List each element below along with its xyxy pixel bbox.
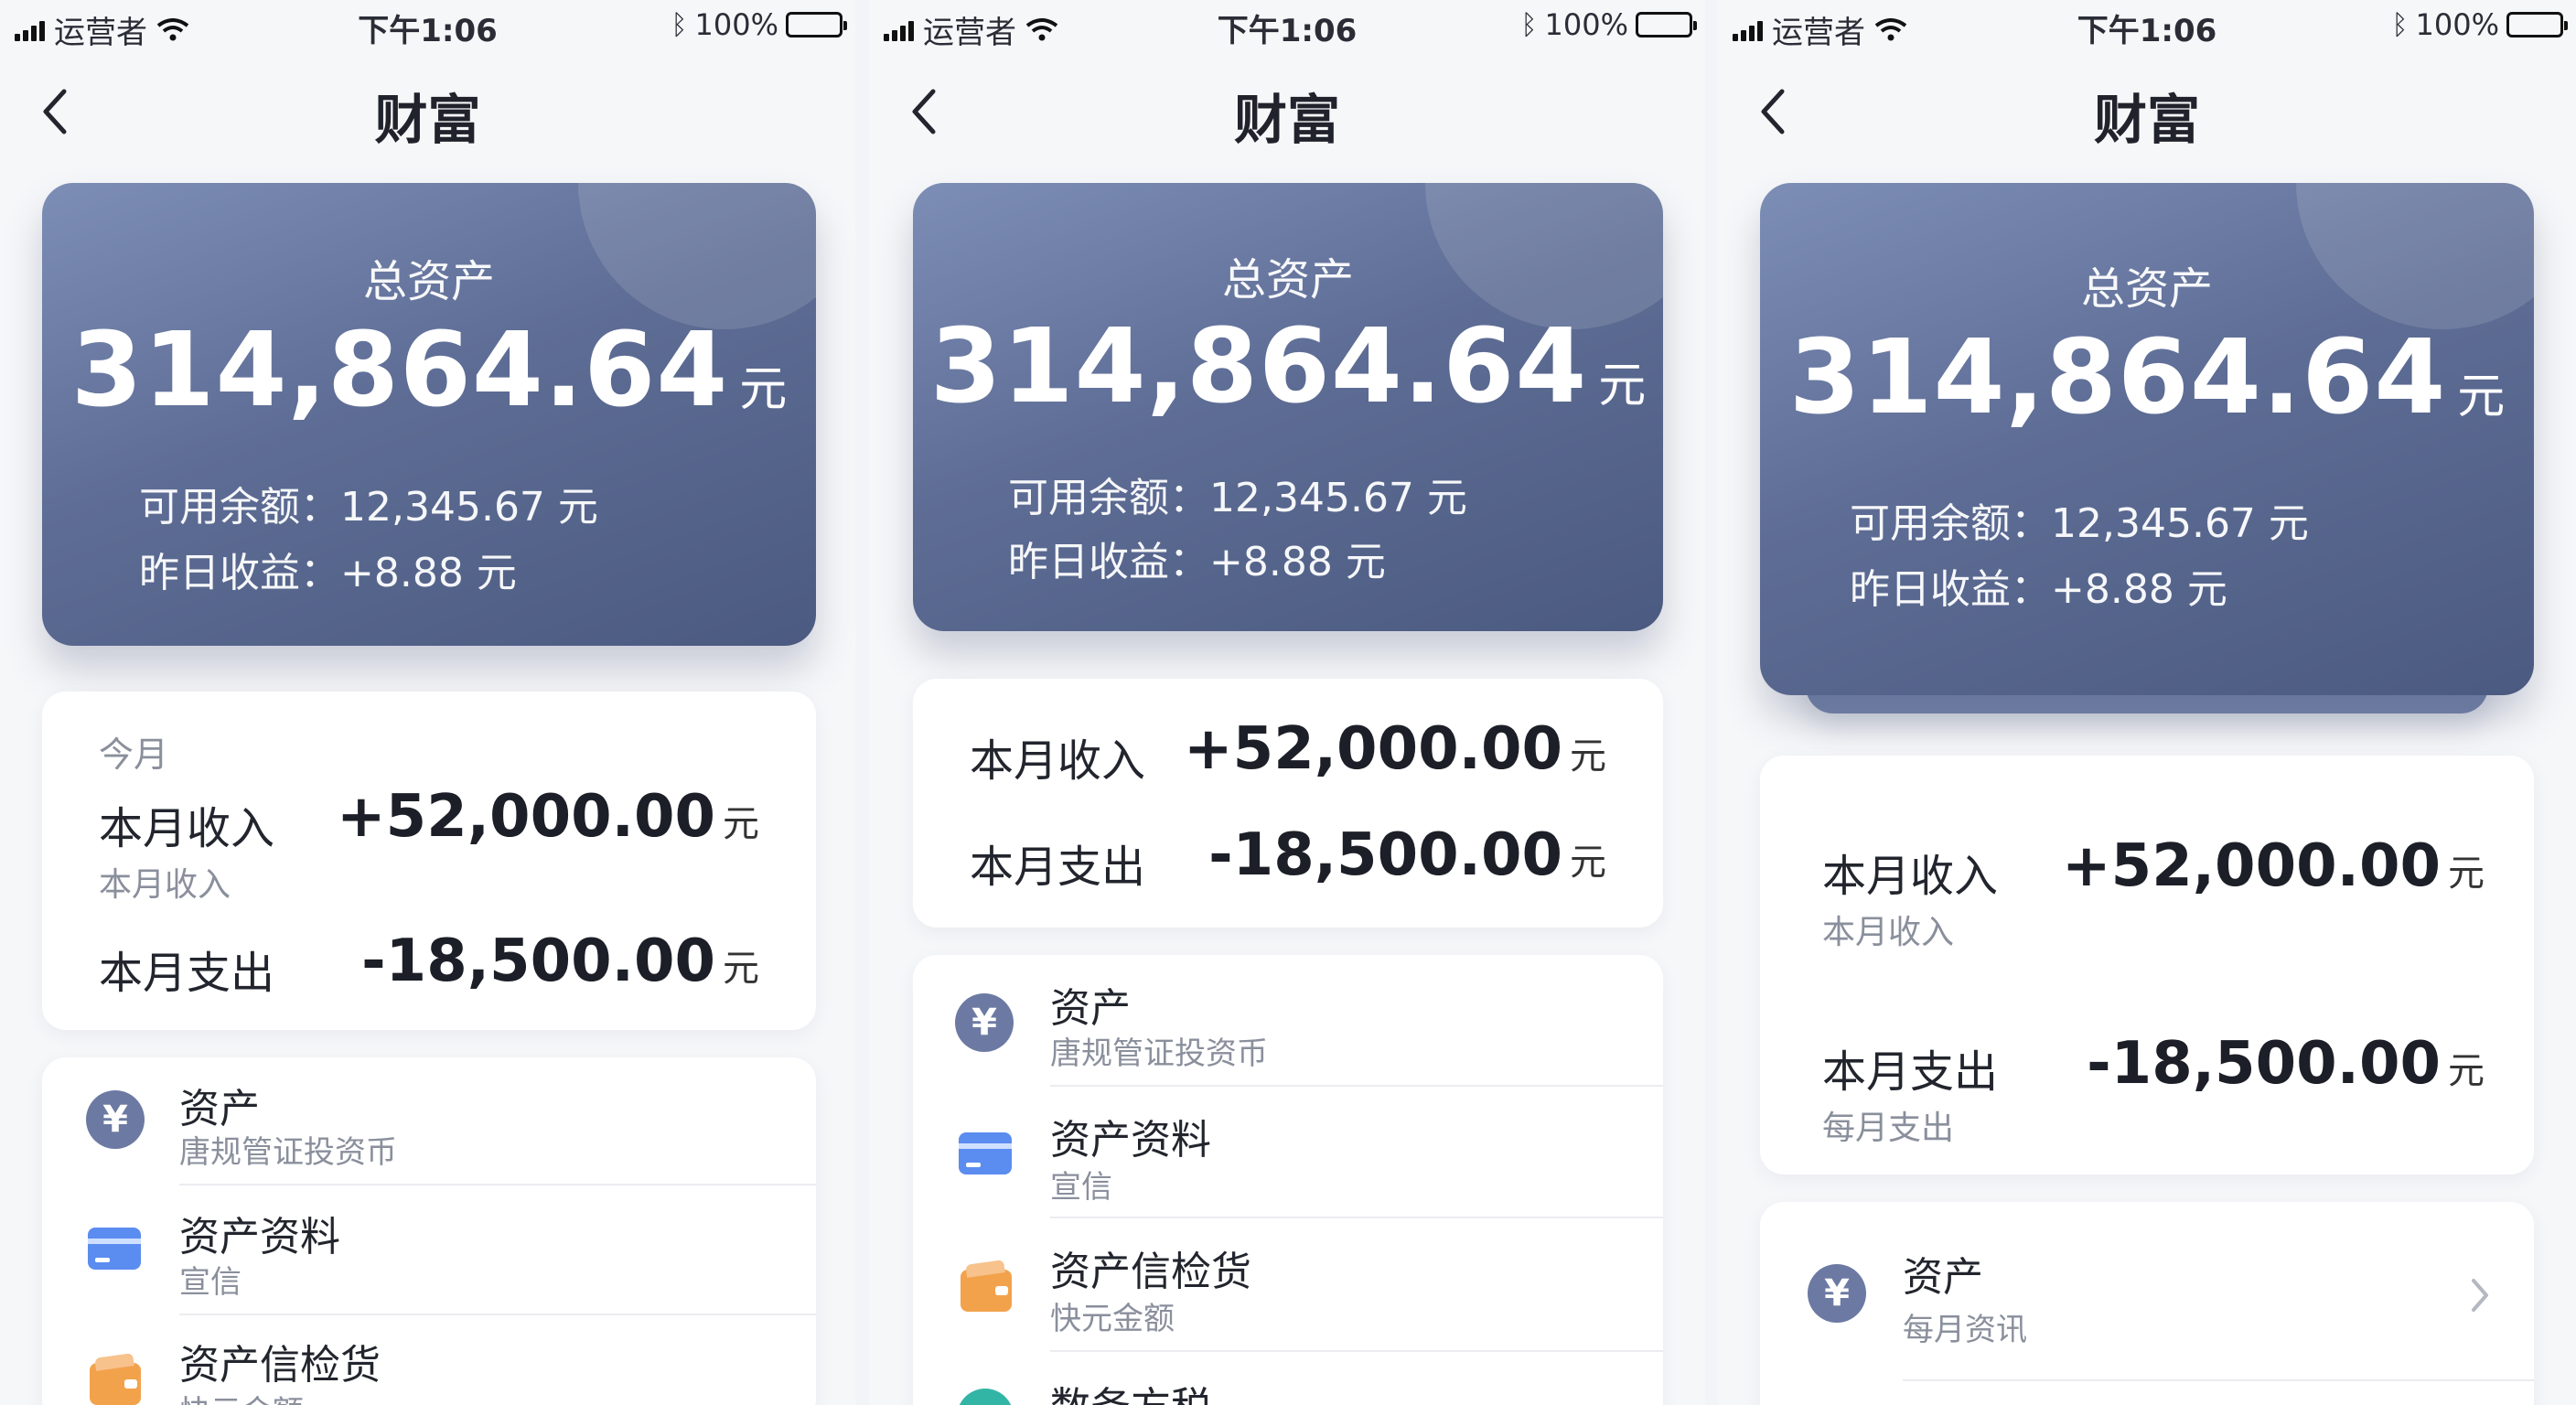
- bluetooth-icon: ᛒ: [671, 8, 688, 41]
- income-sub: 本月收入: [1822, 914, 1955, 951]
- list-item-asset-info[interactable]: 资产资料 宣信: [913, 1087, 1663, 1218]
- expense-value: -18,500.00 元: [361, 928, 759, 995]
- list-item-tax[interactable]: 数务方税: [913, 1352, 1663, 1405]
- battery-icon: [2506, 12, 2568, 38]
- asset-amount: 314,864.64 元: [929, 307, 1647, 426]
- available-balance: 可用余额：12,345.67 元: [139, 484, 598, 531]
- expense-label: 本月支出: [99, 948, 275, 999]
- status-bar: 运营者 下午1:06 ᛒ 100%: [869, 0, 1705, 51]
- yen-icon: ¥: [955, 993, 1014, 1052]
- wallet-icon: [961, 1270, 1012, 1312]
- nav-bar: 财富: [869, 64, 1705, 156]
- income-sub: 本月收入: [99, 866, 231, 904]
- expense-sub: 每月支出: [1822, 1110, 1955, 1147]
- total-asset-card[interactable]: 总资产 314,864.64 元 可用余额：12,345.67 元 昨日收益：+8…: [1760, 183, 2534, 695]
- phone-screen-3: 运营者 下午1:06 ᛒ 100% 财富 总资产 314,864.64 元 可用余…: [1718, 0, 2576, 1405]
- yen-icon: ¥: [1808, 1264, 1866, 1323]
- bluetooth-icon: ᛒ: [2391, 8, 2409, 41]
- battery-percent: 100%: [1544, 7, 1628, 42]
- asset-list: ¥ 资产 唐规管证投资币 资产资料 宣信 资产信检货 快元金额 数务方税: [913, 955, 1663, 1405]
- income-value: +52,000.00 元: [337, 783, 759, 851]
- battery-percent: 100%: [2415, 7, 2499, 42]
- page-title: 财富: [2093, 89, 2200, 151]
- list-item-asset-check[interactable]: 资产信检货 快元金额: [42, 1315, 816, 1405]
- asset-amount: 314,864.64 元: [1788, 318, 2506, 437]
- yen-icon: ¥: [86, 1090, 145, 1149]
- battery-icon: [1636, 12, 1697, 38]
- month-summary-card: 本月收入 +52,000.00 元 本月支出 -18,500.00 元: [913, 679, 1663, 928]
- asset-label: 总资产: [1221, 254, 1354, 306]
- page-title: 财富: [374, 89, 481, 151]
- month-summary-card: 本月收入 本月收入 +52,000.00 元 本月支出 每月支出 -18,500.…: [1760, 756, 2534, 1174]
- bluetooth-icon: ᛒ: [1520, 8, 1538, 41]
- asset-amount: 314,864.64 元: [70, 311, 788, 430]
- expense-label: 本月支出: [970, 842, 1146, 893]
- chevron-right-icon: [2472, 1279, 2488, 1312]
- card-icon: [88, 1228, 141, 1270]
- expense-value: -18,500.00 元: [2087, 1030, 2485, 1098]
- status-bar: 运营者 下午1:06 ᛒ 100%: [1718, 0, 2576, 51]
- wallet-icon: [90, 1363, 141, 1405]
- battery-percent: 100%: [694, 7, 778, 42]
- month-caption: 今月: [99, 735, 169, 775]
- yesterday-earnings: 昨日收益：+8.88 元: [1850, 566, 2227, 613]
- month-summary-card: 今月 本月收入 本月收入 +52,000.00 元 本月支出 -18,500.00…: [42, 692, 816, 1030]
- income-value: +52,000.00 元: [2062, 832, 2485, 900]
- asset-label: 总资产: [2080, 263, 2213, 315]
- income-label: 本月收入: [970, 735, 1146, 787]
- available-balance: 可用余额：12,345.67 元: [1850, 500, 2309, 547]
- battery-icon: [786, 12, 847, 38]
- income-label: 本月收入: [99, 803, 275, 854]
- nav-bar: 财富: [1718, 64, 2576, 156]
- status-bar: 运营者 下午1:06 ᛒ 100%: [0, 0, 855, 51]
- expense-label: 本月支出: [1822, 1046, 1999, 1098]
- yesterday-earnings: 昨日收益：+8.88 元: [139, 550, 517, 596]
- income-value: +52,000.00 元: [1184, 715, 1606, 783]
- list-item-asset[interactable]: ¥ 资产 唐规管证投资币: [913, 955, 1663, 1087]
- card-icon: [959, 1132, 1012, 1174]
- asset-list: ¥ 资产 唐规管证投资币 资产资料 宣信 资产信检货 快元金额: [42, 1057, 816, 1405]
- asset-label: 总资产: [362, 256, 495, 307]
- page-title: 财富: [1233, 89, 1340, 151]
- total-asset-card[interactable]: 总资产 314,864.64 元 可用余额：12,345.67 元 昨日收益：+8…: [42, 183, 816, 646]
- teal-circle-icon: [957, 1389, 1014, 1405]
- total-asset-card[interactable]: 总资产 314,864.64 元 可用余额：12,345.67 元 昨日收益：+8…: [913, 183, 1663, 631]
- list-item-asset[interactable]: ¥ 资产 每月资讯: [1760, 1202, 2534, 1381]
- list-item-asset-info[interactable]: 资产资料 宣信: [42, 1185, 816, 1315]
- nav-bar: 财富: [0, 64, 855, 156]
- phone-screen-1: 运营者 下午1:06 ᛒ 100% 财富 总资产 314,864.64 元 可用余…: [0, 0, 855, 1405]
- list-item-asset[interactable]: ¥ 资产 唐规管证投资币: [42, 1057, 816, 1185]
- expense-value: -18,500.00 元: [1208, 821, 1606, 889]
- asset-list: ¥ 资产 每月资讯: [1760, 1202, 2534, 1405]
- available-balance: 可用余额：12,345.67 元: [1008, 475, 1467, 521]
- yesterday-earnings: 昨日收益：+8.88 元: [1008, 539, 1386, 585]
- list-item-asset-check[interactable]: 资产信检货 快元金额: [913, 1218, 1663, 1352]
- income-label: 本月收入: [1822, 851, 1999, 902]
- phone-screen-2: 运营者 下午1:06 ᛒ 100% 财富 总资产 314,864.64 元 可用余…: [869, 0, 1705, 1405]
